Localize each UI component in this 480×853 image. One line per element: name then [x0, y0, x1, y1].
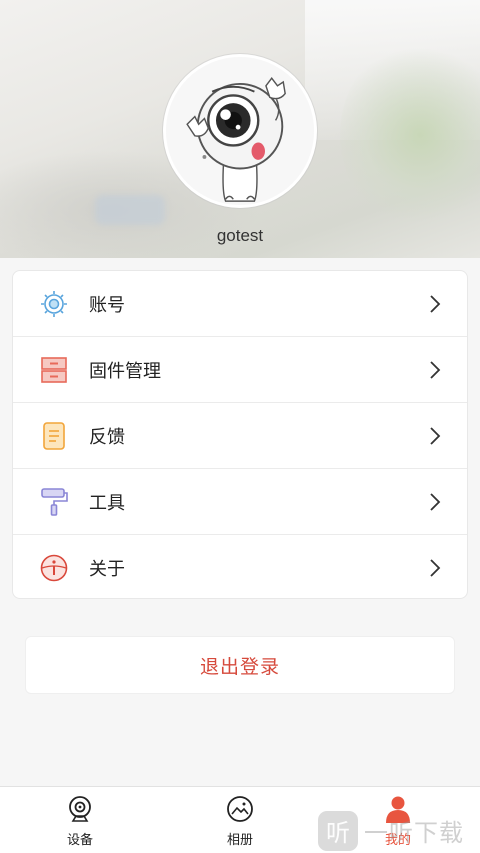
menu-item-firmware[interactable]: 固件管理	[13, 337, 467, 403]
bottom-tab-bar: 设备 相册 我的	[0, 786, 480, 853]
menu-item-about[interactable]: 关于	[13, 535, 467, 598]
menu-item-tools[interactable]: 工具	[13, 469, 467, 535]
logout-button[interactable]: 退出登录	[25, 636, 455, 694]
about-info-icon	[39, 553, 69, 583]
menu-item-label: 关于	[89, 559, 125, 580]
account-gear-icon	[39, 289, 69, 319]
tab-label: 相册	[226, 833, 253, 848]
chevron-right-icon	[429, 492, 441, 512]
menu-item-label: 固件管理	[89, 360, 161, 382]
tab-devices[interactable]: 设备	[20, 787, 140, 853]
background-cushion	[95, 195, 165, 225]
feedback-document-icon	[39, 421, 69, 451]
username: gotest	[216, 226, 264, 245]
cartoon-eye-mascot-icon	[166, 57, 314, 205]
chevron-right-icon	[429, 360, 441, 380]
menu-item-label: 账号	[89, 294, 125, 316]
tab-label: 设备	[66, 833, 93, 848]
menu-item-feedback[interactable]: 反馈	[13, 403, 467, 469]
avatar[interactable]	[163, 54, 317, 208]
tab-album[interactable]: 相册	[180, 787, 300, 853]
tab-mine[interactable]: 我的	[338, 787, 458, 853]
tab-label: 我的	[384, 833, 411, 848]
chevron-right-icon	[429, 558, 441, 578]
firmware-cabinet-icon	[39, 355, 69, 385]
menu-item-label: 工具	[89, 492, 125, 514]
tools-paint-roller-icon	[39, 487, 69, 517]
camera-device-icon	[66, 795, 94, 823]
album-icon	[226, 795, 254, 823]
chevron-right-icon	[429, 294, 441, 314]
profile-header: gotest	[0, 0, 480, 258]
menu-item-label: 反馈	[89, 426, 125, 448]
menu-item-account[interactable]: 账号	[13, 271, 467, 337]
chevron-right-icon	[429, 426, 441, 446]
settings-menu: 账号 固件管理 反馈 工具 关于	[12, 270, 468, 599]
person-icon	[384, 795, 412, 823]
